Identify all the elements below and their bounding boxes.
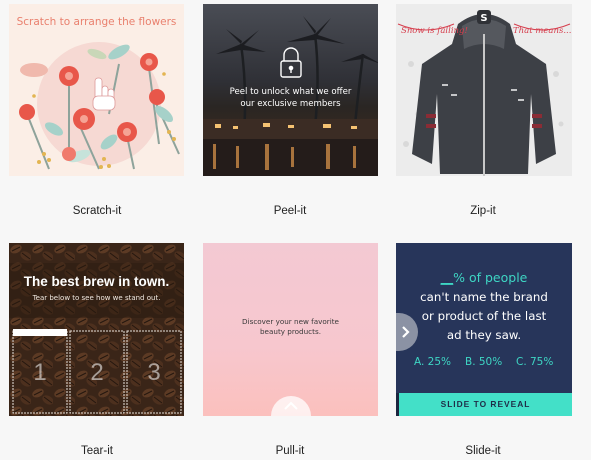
- chevron-right-icon: [402, 326, 410, 338]
- scratch-it-card[interactable]: Scratch to arrange the flowers: [9, 4, 184, 176]
- tear-it-card[interactable]: The best brew in town. Tear below to see…: [9, 243, 184, 416]
- zip-it-label[interactable]: Zip-it: [393, 205, 573, 217]
- slide-option-a[interactable]: A. 25%: [414, 356, 451, 368]
- pull-it-card[interactable]: Discover your new favorite beauty produc…: [203, 243, 378, 416]
- peel-message-line1: Peel to unlock what we offer: [229, 87, 352, 97]
- pull-it-label[interactable]: Pull-it: [200, 445, 380, 457]
- slide-handle[interactable]: [396, 313, 418, 351]
- slide-question-line1: __% of people: [396, 270, 572, 285]
- peel-it-card[interactable]: Peel to unlock what we offer our exclusi…: [203, 4, 378, 176]
- peel-it-label[interactable]: Peel-it: [200, 205, 380, 217]
- tear-strip-1[interactable]: 1: [13, 359, 67, 387]
- zip-it-card[interactable]: S Snow is falling! That means...: [396, 4, 572, 176]
- slide-option-c[interactable]: C. 75%: [516, 356, 553, 368]
- zip-banner-right: That means...: [513, 26, 572, 36]
- slide-question-line4: ad they saw.: [446, 328, 522, 342]
- slide-cta-edge: [396, 393, 399, 416]
- slide-option-b[interactable]: B. 50%: [465, 356, 502, 368]
- peel-message-line2: our exclusive members: [240, 99, 341, 109]
- lock-icon: [280, 47, 302, 78]
- tear-strip-3[interactable]: 3: [127, 359, 181, 387]
- peel-message: Peel to unlock what we offer our exclusi…: [203, 86, 378, 110]
- tear-strip-2[interactable]: 2: [70, 359, 124, 387]
- slide-to-reveal-button[interactable]: SLIDE TO REVEAL: [399, 393, 572, 416]
- tear-headline: The best brew in town.: [23, 274, 170, 289]
- coffee-beans-photo: [9, 243, 184, 416]
- pull-tab[interactable]: [203, 243, 378, 416]
- svg-text:S: S: [480, 13, 487, 24]
- slide-it-card[interactable]: __% of people can't name the brand or pr…: [396, 243, 572, 416]
- scratch-title: Scratch to arrange the flowers: [16, 16, 177, 28]
- tear-subline: Tear below to see how we stand out.: [32, 294, 161, 302]
- slide-question-line3: or product of the last: [421, 309, 547, 323]
- slide-question-line2: can't name the brand: [420, 290, 548, 304]
- flowers-illustration: [19, 42, 180, 170]
- scratch-it-label[interactable]: Scratch-it: [7, 205, 187, 217]
- zip-banner-left: Snow is falling!: [401, 26, 468, 36]
- slide-it-label[interactable]: Slide-it: [393, 445, 573, 457]
- tear-it-label[interactable]: Tear-it: [7, 445, 187, 457]
- slide-question-part1: % of people: [453, 270, 528, 285]
- slide-question-blank: __: [440, 270, 454, 285]
